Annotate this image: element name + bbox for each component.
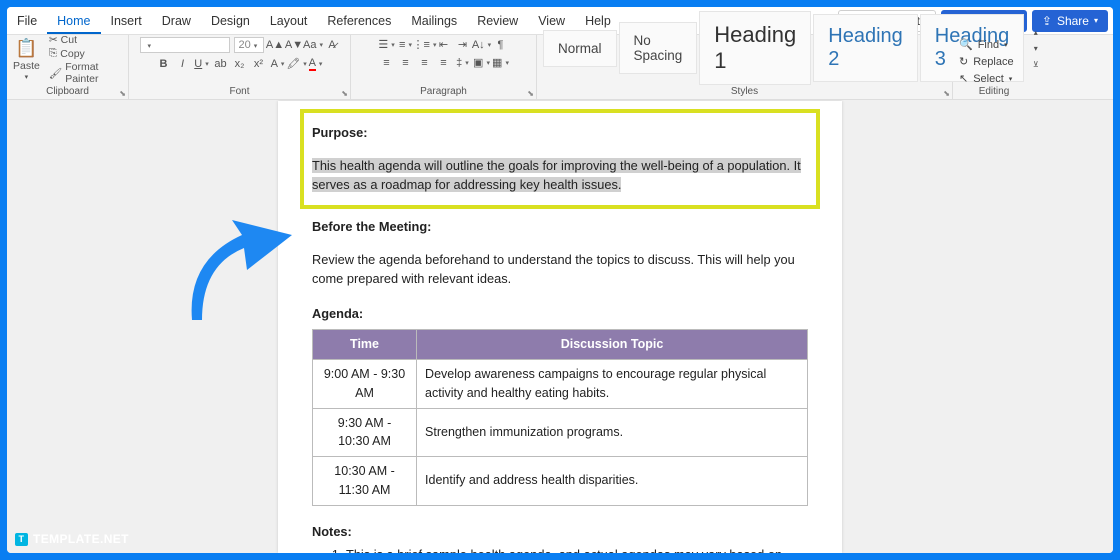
purpose-body: This health agenda will outline the goal…: [312, 158, 801, 192]
brand-text: TEMPLATE.NET: [33, 532, 129, 546]
replace-icon: ↻: [959, 55, 968, 68]
copy-icon: ⎘: [49, 47, 57, 60]
sort-icon[interactable]: A↓: [474, 37, 489, 52]
callout-arrow-icon: [172, 210, 302, 330]
align-center-icon[interactable]: ≡: [398, 55, 413, 70]
th-time: Time: [313, 330, 417, 360]
paste-icon[interactable]: 📋: [15, 38, 37, 59]
purpose-heading: Purpose:: [312, 125, 367, 140]
logo-icon: T: [15, 533, 28, 546]
font-size-select[interactable]: 20: [234, 37, 264, 53]
before-heading: Before the Meeting:: [312, 219, 431, 234]
menu-draw[interactable]: Draw: [152, 8, 201, 34]
cursor-icon: ↖: [959, 72, 968, 85]
table-row: 10:30 AM - 11:30 AMIdentify and address …: [313, 457, 808, 506]
document-area: Purpose: This health agenda will outline…: [7, 100, 1113, 553]
menu-file[interactable]: File: [7, 8, 47, 34]
change-case-icon[interactable]: Aa: [306, 37, 321, 52]
group-label: Clipboard: [13, 85, 122, 97]
menu-home[interactable]: Home: [47, 8, 100, 34]
chevron-down-icon: ▾: [1094, 16, 1098, 25]
share-icon: ⇪: [1042, 14, 1052, 28]
line-spacing-icon[interactable]: ‡: [455, 55, 470, 70]
highlighted-section: Purpose: This health agenda will outline…: [300, 109, 820, 209]
style-normal[interactable]: Normal: [543, 30, 617, 67]
font-family-select[interactable]: [140, 37, 230, 53]
select-button[interactable]: ↖Select▾: [959, 72, 1014, 85]
menu-references[interactable]: References: [317, 8, 401, 34]
group-paragraph: ☰ ≡ ⋮≡ ⇤ ⇥ A↓ ¶ ≡ ≡ ≡ ≡ ‡ ▣ ▦ Paragraph …: [351, 35, 537, 99]
dialog-launcher-icon[interactable]: ⬊: [119, 89, 126, 98]
group-styles: Normal No Spacing Heading 1 Heading 2 He…: [537, 35, 953, 99]
group-label: Font: [135, 85, 344, 97]
style-heading1[interactable]: Heading 1: [699, 11, 811, 85]
group-label: Styles: [543, 85, 946, 97]
group-label: Editing: [959, 85, 1029, 97]
grow-font-icon[interactable]: A▲: [268, 37, 283, 52]
superscript-icon[interactable]: x²: [251, 56, 266, 71]
copy-button[interactable]: ⎘Copy: [47, 47, 122, 60]
note-item: This is a brief sample health agenda, an…: [346, 545, 808, 553]
table-row: 9:30 AM - 10:30 AMStrengthen immunizatio…: [313, 408, 808, 457]
table-row: 9:00 AM - 9:30 AMDevelop awareness campa…: [313, 360, 808, 409]
cut-icon: ✂: [49, 34, 58, 46]
font-color-icon[interactable]: A: [308, 56, 323, 71]
numbering-icon[interactable]: ≡: [398, 37, 413, 52]
align-left-icon[interactable]: ≡: [379, 55, 394, 70]
document-page[interactable]: Purpose: This health agenda will outline…: [278, 101, 842, 553]
group-label: Paragraph: [357, 85, 530, 97]
group-clipboard: 📋 Paste ▾ ✂Cut ⎘Copy 🖌Format Painter Cli…: [7, 35, 129, 99]
group-editing: 🔍Find▾ ↻Replace ↖Select▾ Editing: [953, 35, 1035, 99]
agenda-table: TimeDiscussion Topic 9:00 AM - 9:30 AMDe…: [312, 329, 808, 505]
menu-design[interactable]: Design: [201, 8, 260, 34]
chevron-down-icon[interactable]: ▾: [25, 73, 29, 81]
multilevel-icon[interactable]: ⋮≡: [417, 37, 432, 52]
menu-mailings[interactable]: Mailings: [401, 8, 467, 34]
cut-button[interactable]: ✂Cut: [47, 34, 122, 46]
text-effect-icon[interactable]: A: [270, 56, 285, 71]
notes-heading: Notes:: [312, 524, 352, 539]
menu-layout[interactable]: Layout: [260, 8, 318, 34]
dialog-launcher-icon[interactable]: ⬊: [943, 89, 950, 98]
chevron-down-icon: ▾: [1009, 75, 1013, 83]
app-window: File Home Insert Draw Design Layout Refe…: [7, 7, 1113, 553]
search-icon: 🔍: [959, 38, 973, 51]
underline-icon[interactable]: U: [194, 56, 209, 71]
style-nospacing[interactable]: No Spacing: [619, 22, 698, 74]
ribbon: 📋 Paste ▾ ✂Cut ⎘Copy 🖌Format Painter Cli…: [7, 35, 1113, 100]
bold-icon[interactable]: B: [156, 56, 171, 71]
style-heading2[interactable]: Heading 2: [813, 14, 918, 82]
show-marks-icon[interactable]: ¶: [493, 37, 508, 52]
group-font: 20 A▲ A▼ Aa A̷ B I U ab x₂ x² A 🖍 A Font…: [129, 35, 351, 99]
dialog-launcher-icon[interactable]: ⬊: [527, 89, 534, 98]
watermark: T TEMPLATE.NET: [15, 532, 129, 546]
align-right-icon[interactable]: ≡: [417, 55, 432, 70]
menu-review[interactable]: Review: [467, 8, 528, 34]
shading-icon[interactable]: ▣: [474, 55, 489, 70]
brush-icon: 🖌: [49, 67, 62, 80]
inc-indent-icon[interactable]: ⇥: [455, 37, 470, 52]
paste-label: Paste: [13, 60, 40, 72]
subscript-icon[interactable]: x₂: [232, 56, 247, 71]
menu-insert[interactable]: Insert: [101, 8, 152, 34]
highlight-icon[interactable]: 🖍: [289, 56, 304, 71]
agenda-heading: Agenda:: [312, 306, 363, 321]
strike-icon[interactable]: ab: [213, 56, 228, 71]
dec-indent-icon[interactable]: ⇤: [436, 37, 451, 52]
shrink-font-icon[interactable]: A▼: [287, 37, 302, 52]
justify-icon[interactable]: ≡: [436, 55, 451, 70]
clear-format-icon[interactable]: A̷: [325, 37, 340, 52]
borders-icon[interactable]: ▦: [493, 55, 508, 70]
italic-icon[interactable]: I: [175, 56, 190, 71]
replace-button[interactable]: ↻Replace: [959, 55, 1014, 68]
bullets-icon[interactable]: ☰: [379, 37, 394, 52]
format-painter-button[interactable]: 🖌Format Painter: [47, 61, 122, 85]
find-button[interactable]: 🔍Find▾: [959, 38, 1014, 51]
th-topic: Discussion Topic: [417, 330, 808, 360]
chevron-down-icon: ▾: [1004, 41, 1008, 49]
share-button[interactable]: ⇪Share▾: [1032, 10, 1108, 32]
dialog-launcher-icon[interactable]: ⬊: [341, 89, 348, 98]
before-body: Review the agenda beforehand to understa…: [312, 250, 808, 288]
